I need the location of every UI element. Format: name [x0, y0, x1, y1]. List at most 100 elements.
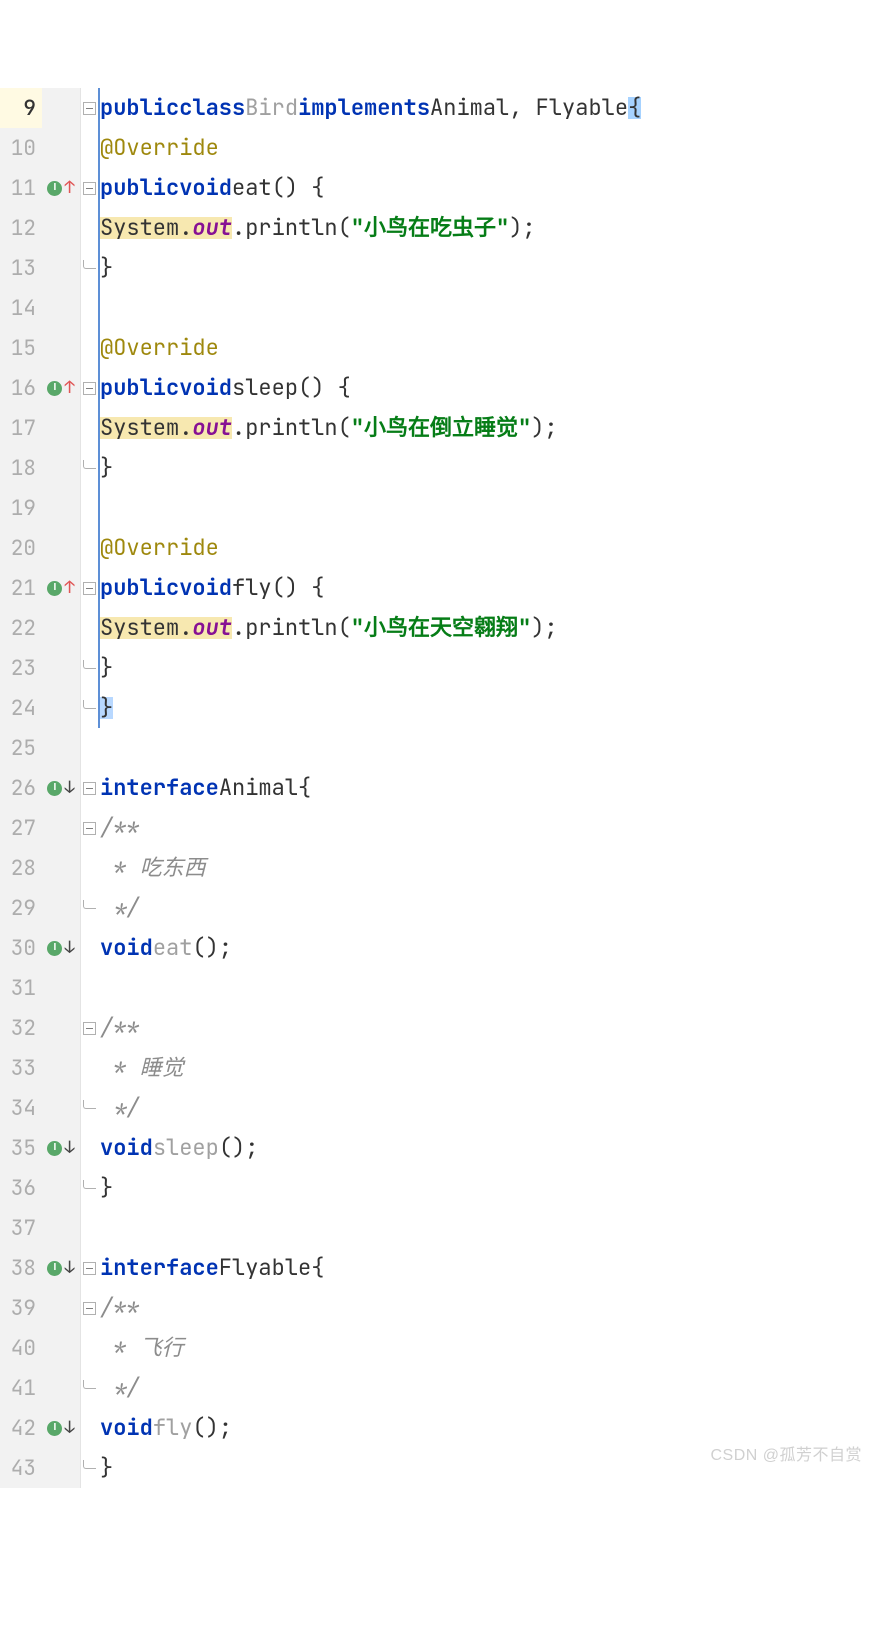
code-line[interactable]: 32 /**	[0, 1008, 874, 1048]
fold-toggle-icon[interactable]	[83, 382, 96, 395]
implemented-down-icon[interactable]: I↓	[47, 780, 74, 797]
fold-end-icon[interactable]	[83, 900, 96, 909]
gutter-icon-slot[interactable]: I↑	[42, 168, 80, 208]
code-line[interactable]: 13 }	[0, 248, 874, 288]
gutter-icon-slot[interactable]: I↓	[42, 928, 80, 968]
code-line[interactable]: 14	[0, 288, 874, 328]
code-line[interactable]: 36 }	[0, 1168, 874, 1208]
code-line[interactable]: 12 System.out.println("小鸟在吃虫子");	[0, 208, 874, 248]
code-line[interactable]: 31	[0, 968, 874, 1008]
implemented-down-icon[interactable]: I↓	[47, 1260, 74, 1277]
gutter-icon-slot[interactable]: I↓	[42, 768, 80, 808]
fold-toggle-icon[interactable]	[83, 1302, 96, 1315]
fold-gutter[interactable]	[80, 648, 98, 688]
code-line[interactable]: 38 I↓ interface Flyable {	[0, 1248, 874, 1288]
code-line[interactable]: 27 /**	[0, 808, 874, 848]
code-line[interactable]: 18 }	[0, 448, 874, 488]
code-line[interactable]: 26 I↓ interface Animal {	[0, 768, 874, 808]
fold-end-icon[interactable]	[83, 660, 96, 669]
fold-toggle-icon[interactable]	[83, 582, 96, 595]
fold-gutter[interactable]	[80, 208, 98, 248]
fold-gutter[interactable]	[80, 88, 98, 128]
fold-gutter[interactable]	[80, 808, 98, 848]
code-line[interactable]: 29 */	[0, 888, 874, 928]
code-line[interactable]: 16 I↑ public void sleep() {	[0, 368, 874, 408]
fold-gutter[interactable]	[80, 1128, 98, 1168]
code-line[interactable]: 33 * 睡觉	[0, 1048, 874, 1088]
fold-gutter[interactable]	[80, 328, 98, 368]
fold-gutter[interactable]	[80, 408, 98, 448]
fold-gutter[interactable]	[80, 848, 98, 888]
fold-toggle-icon[interactable]	[83, 102, 96, 115]
code-line[interactable]: 17 System.out.println("小鸟在倒立睡觉");	[0, 408, 874, 448]
gutter-icon-slot[interactable]: I↑	[42, 368, 80, 408]
code-line[interactable]: 21 I↑ public void fly() {	[0, 568, 874, 608]
fold-gutter[interactable]	[80, 168, 98, 208]
code-line[interactable]: 20 @Override	[0, 528, 874, 568]
fold-gutter[interactable]	[80, 768, 98, 808]
fold-gutter[interactable]	[80, 128, 98, 168]
code-line[interactable]: 30 I↓ void eat();	[0, 928, 874, 968]
fold-gutter[interactable]	[80, 568, 98, 608]
fold-gutter[interactable]	[80, 1008, 98, 1048]
implemented-down-icon[interactable]: I↓	[47, 940, 74, 957]
fold-end-icon[interactable]	[83, 260, 96, 269]
override-up-icon[interactable]: I↑	[47, 380, 74, 397]
fold-gutter[interactable]	[80, 1168, 98, 1208]
code-line[interactable]: 42 I↓ void fly();	[0, 1408, 874, 1448]
code-line[interactable]: 34 */	[0, 1088, 874, 1128]
fold-gutter[interactable]	[80, 1088, 98, 1128]
code-line[interactable]: 39 /**	[0, 1288, 874, 1328]
fold-toggle-icon[interactable]	[83, 1262, 96, 1275]
fold-gutter[interactable]	[80, 608, 98, 648]
fold-toggle-icon[interactable]	[83, 822, 96, 835]
code-line[interactable]: 35 I↓ void sleep();	[0, 1128, 874, 1168]
code-line[interactable]: 11 I↑ public void eat() {	[0, 168, 874, 208]
code-line[interactable]: 9 public class Bird implements Animal, F…	[0, 88, 874, 128]
fold-gutter[interactable]	[80, 688, 98, 728]
fold-gutter[interactable]	[80, 1208, 98, 1248]
fold-toggle-icon[interactable]	[83, 1022, 96, 1035]
gutter-icon-slot[interactable]: I↑	[42, 568, 80, 608]
code-line[interactable]: 40 * 飞行	[0, 1328, 874, 1368]
fold-gutter[interactable]	[80, 1288, 98, 1328]
implemented-down-icon[interactable]: I↓	[47, 1140, 74, 1157]
fold-toggle-icon[interactable]	[83, 182, 96, 195]
code-line[interactable]: 24 }	[0, 688, 874, 728]
fold-end-icon[interactable]	[83, 1180, 96, 1189]
override-up-icon[interactable]: I↑	[47, 580, 74, 597]
gutter-icon-slot[interactable]: I↓	[42, 1128, 80, 1168]
gutter-icon-slot[interactable]: I↓	[42, 1248, 80, 1288]
override-up-icon[interactable]: I↑	[47, 180, 74, 197]
fold-end-icon[interactable]	[83, 700, 96, 709]
fold-gutter[interactable]	[80, 1048, 98, 1088]
code-line[interactable]: 15 @Override	[0, 328, 874, 368]
fold-gutter[interactable]	[80, 248, 98, 288]
fold-gutter[interactable]	[80, 488, 98, 528]
fold-gutter[interactable]	[80, 288, 98, 328]
code-line[interactable]: 41 */	[0, 1368, 874, 1408]
fold-gutter[interactable]	[80, 1248, 98, 1288]
fold-gutter[interactable]	[80, 888, 98, 928]
code-line[interactable]: 19	[0, 488, 874, 528]
fold-gutter[interactable]	[80, 928, 98, 968]
code-line[interactable]: 37	[0, 1208, 874, 1248]
fold-gutter[interactable]	[80, 528, 98, 568]
fold-toggle-icon[interactable]	[83, 782, 96, 795]
gutter-icon-slot[interactable]: I↓	[42, 1408, 80, 1448]
fold-end-icon[interactable]	[83, 460, 96, 469]
fold-gutter[interactable]	[80, 1328, 98, 1368]
implemented-down-icon[interactable]: I↓	[47, 1420, 74, 1437]
fold-gutter[interactable]	[80, 1408, 98, 1448]
fold-gutter[interactable]	[80, 368, 98, 408]
code-line[interactable]: 22 System.out.println("小鸟在天空翱翔");	[0, 608, 874, 648]
fold-gutter[interactable]	[80, 448, 98, 488]
fold-gutter[interactable]	[80, 1448, 98, 1488]
fold-gutter[interactable]	[80, 1368, 98, 1408]
code-line[interactable]: 28 * 吃东西	[0, 848, 874, 888]
code-line[interactable]: 23 }	[0, 648, 874, 688]
fold-end-icon[interactable]	[83, 1100, 96, 1109]
fold-gutter[interactable]	[80, 728, 98, 768]
code-line[interactable]: 10 @Override	[0, 128, 874, 168]
fold-end-icon[interactable]	[83, 1460, 96, 1469]
